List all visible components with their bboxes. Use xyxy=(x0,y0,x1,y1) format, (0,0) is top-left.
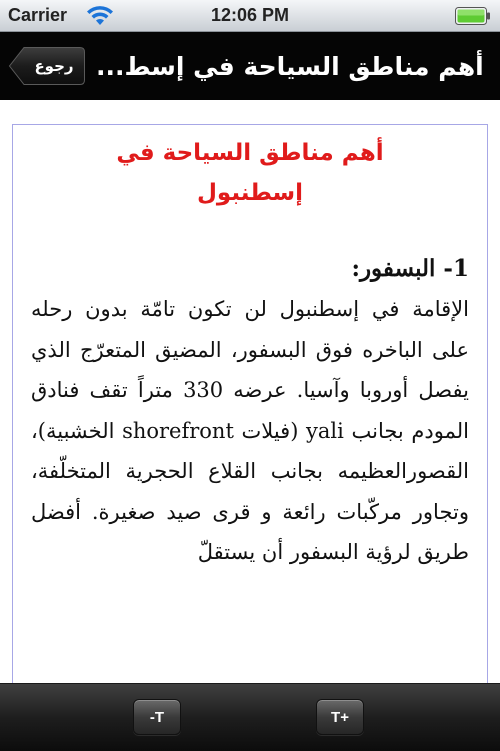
back-button[interactable]: رجوع xyxy=(8,46,86,86)
nav-title: أهم مناطق السياحة في إسط... xyxy=(96,51,484,81)
article-body: الإقامة في إسطنبول لن تكون تامّة بدون رح… xyxy=(31,297,469,564)
navigation-bar: رجوع أهم مناطق السياحة في إسط... xyxy=(0,32,500,100)
article-content[interactable]: أهم مناطق السياحة في إسطنبول 1- البسفور:… xyxy=(12,124,488,724)
increase-font-button[interactable]: T+ xyxy=(316,699,364,735)
decrease-font-button[interactable]: -T xyxy=(133,699,181,735)
battery-icon xyxy=(455,7,491,25)
article-title: أهم مناطق السياحة في إسطنبول xyxy=(116,140,384,206)
bottom-toolbar: -T T+ xyxy=(0,683,500,751)
section-heading: 1- البسفور: xyxy=(351,255,469,282)
back-button-label: رجوع xyxy=(34,57,74,75)
clock: 12:06 PM xyxy=(210,5,290,25)
status-bar: Carrier 12:06 PM xyxy=(0,0,500,32)
